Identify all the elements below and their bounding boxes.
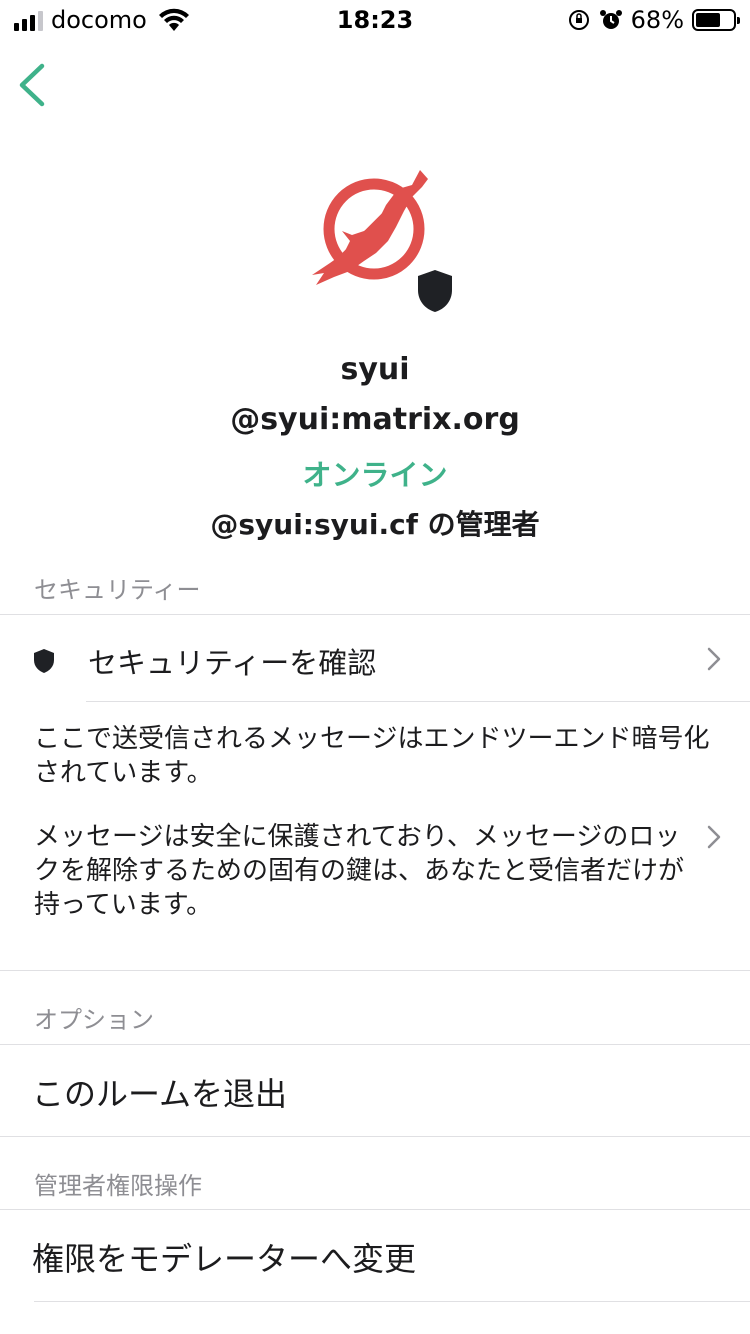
chevron-right-icon: [707, 647, 721, 671]
change-power-level-label: 権限をモデレーターへ変更: [32, 1240, 417, 1278]
shield-icon: [34, 649, 54, 673]
status-right: 68%: [567, 6, 740, 34]
battery-fill: [696, 13, 721, 27]
leave-room-button[interactable]: このルームを退出: [0, 1045, 750, 1135]
battery-percent: 68%: [630, 6, 684, 34]
options-section-header: オプション: [34, 1006, 154, 1034]
display-name: syui: [340, 352, 410, 387]
leave-room-label: このルームを退出: [32, 1075, 288, 1113]
verify-security-label: セキュリティーを確認: [88, 646, 377, 680]
divider: [0, 970, 750, 971]
divider: [86, 701, 750, 702]
verify-security-button[interactable]: セキュリティーを確認: [0, 616, 750, 702]
shield-icon: [418, 270, 452, 312]
divider: [34, 1301, 750, 1302]
security-section-header: セキュリティー: [34, 576, 201, 604]
admin-section-header: 管理者権限操作: [34, 1172, 202, 1200]
presence-status: オンライン: [302, 458, 448, 492]
chevron-right-icon: [707, 825, 721, 849]
divider: [0, 1136, 750, 1137]
change-power-level-button[interactable]: 権限をモデレーターへ変更: [0, 1210, 750, 1300]
battery-icon: [692, 9, 740, 31]
divider: [0, 614, 750, 615]
e2e-detail-row[interactable]: メッセージは安全に保護されており、メッセージのロックを解除するための固有の鍵は、…: [0, 818, 750, 928]
power-level-label: @syui:syui.cf の管理者: [210, 508, 540, 541]
alarm-icon: [599, 10, 622, 29]
back-chevron-icon[interactable]: [14, 62, 50, 108]
status-bar: docomo 18:23 68%: [0, 0, 750, 40]
e2e-notice: ここで送受信されるメッセージはエンドツーエンド暗号化されています。: [34, 724, 710, 788]
orientation-lock-icon: [568, 10, 589, 30]
user-id: @syui:matrix.org: [230, 402, 520, 437]
e2e-detail: メッセージは安全に保護されており、メッセージのロックを解除するための固有の鍵は、…: [34, 822, 685, 920]
